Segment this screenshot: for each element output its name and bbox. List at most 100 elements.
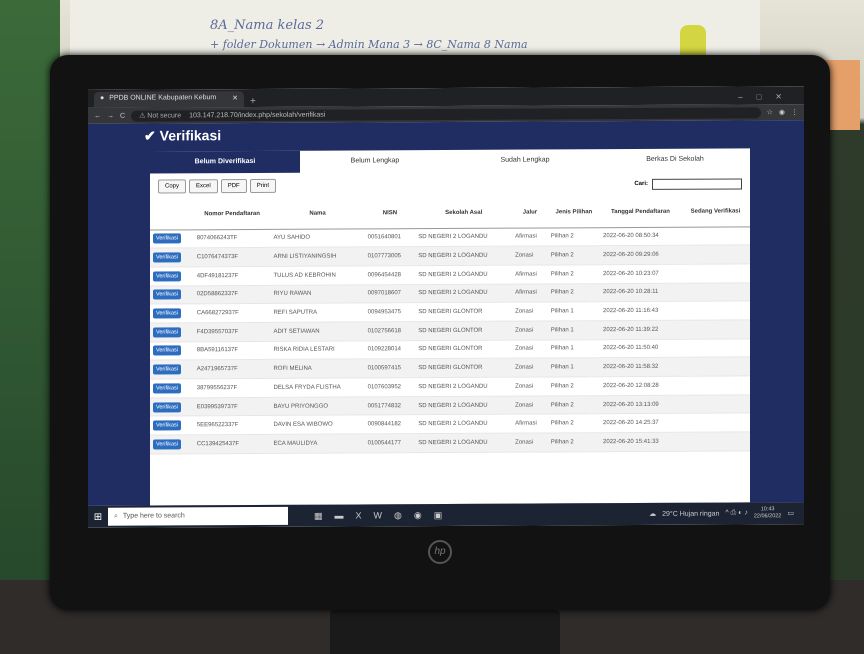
menu-icon[interactable]: ⋮ xyxy=(791,108,798,116)
cell-asal: SD NEGERI GLONTOR xyxy=(415,321,513,341)
word-app-icon[interactable]: W xyxy=(374,510,383,521)
cell-sedang-verifikasi xyxy=(680,375,750,395)
verifikasi-button[interactable]: Verifikasi xyxy=(153,401,182,413)
search-input[interactable] xyxy=(652,177,742,190)
verifikasi-button[interactable]: Verifikasi xyxy=(153,252,182,263)
cell-btn: Verifikasi xyxy=(150,434,194,454)
notification-icon[interactable]: ▭ xyxy=(787,509,794,517)
tab-berkas-di-sekolah[interactable]: Berkas Di Sekolah xyxy=(600,148,750,171)
weather-text[interactable]: 29°C Hujan ringan xyxy=(662,510,719,517)
verifikasi-button[interactable]: Verifikasi xyxy=(153,289,182,300)
pdf-button[interactable]: PDF xyxy=(220,179,247,194)
column-header[interactable]: Sedang Verifikasi xyxy=(680,196,750,227)
excel-app-icon[interactable]: X xyxy=(356,510,362,521)
cell-nisn: 0102756618 xyxy=(364,321,416,341)
cell-btn: Verifikasi xyxy=(150,229,194,249)
cell-jalur: Zonasi xyxy=(512,395,548,415)
star-icon[interactable]: ☆ xyxy=(767,108,773,116)
cell-pilihan: Pilihan 1 xyxy=(547,339,601,359)
cell-btn: Verifikasi xyxy=(150,266,194,286)
cell-nisn: 0096454428 xyxy=(364,265,416,285)
windows-start-icon[interactable]: ⊞ xyxy=(88,511,108,522)
cell-nisn: 0090844182 xyxy=(364,415,416,434)
window-controls[interactable]: –□✕ xyxy=(730,92,804,104)
reload-icon[interactable]: C xyxy=(120,112,125,119)
cell-btn: Verifikasi xyxy=(150,248,194,267)
tab-belum-lengkap[interactable]: Belum Lengkap xyxy=(300,150,450,173)
file-explorer-icon[interactable]: ▬ xyxy=(335,510,344,521)
verifikasi-button[interactable]: Verifikasi xyxy=(153,271,182,282)
cell-no: 02D58862337F xyxy=(193,284,271,305)
column-header[interactable]: Sekolah Asal xyxy=(415,197,513,229)
cell-tgl: 2022-06-20 12:08:28 xyxy=(600,376,681,396)
cell-sedang-verifikasi xyxy=(680,357,750,377)
cell-no: CA668272937F xyxy=(193,303,271,323)
cell-nama: RIYU RAWAN xyxy=(270,284,365,304)
clock[interactable]: 10:43 22/06/2022 xyxy=(754,506,782,520)
verifikasi-button[interactable]: Verifikasi xyxy=(153,233,182,244)
taskbar-search[interactable]: ⌕ Type here to search xyxy=(108,506,288,526)
cell-btn: Verifikasi xyxy=(150,378,194,398)
verifikasi-button[interactable]: Verifikasi xyxy=(153,383,182,394)
tray-icons[interactable]: ^ ⎙ ◐ ♪ xyxy=(725,509,747,517)
cell-asal: SD NEGERI GLONTOR xyxy=(415,339,513,359)
windows-taskbar: ⊞ ⌕ Type here to search ▦ ▬ X W ◍ ◉ ▣ ☁ … xyxy=(88,502,804,528)
cell-jalur: Zonasi xyxy=(512,376,548,396)
cell-nama: ROFI MELINA xyxy=(270,359,365,379)
tab-title: PPDB ONLINE Kabupaten Kebum xyxy=(109,94,217,102)
tab-sudah-lengkap[interactable]: Sudah Lengkap xyxy=(450,149,600,172)
verifikasi-button[interactable]: Verifikasi xyxy=(153,327,182,338)
cell-nisn: 0094953475 xyxy=(364,302,416,322)
copy-button[interactable]: Copy xyxy=(158,179,187,194)
column-header[interactable]: Nomor Pendaftaran xyxy=(193,198,271,230)
app-icon[interactable]: ▣ xyxy=(434,510,443,521)
cell-asal: SD NEGERI 2 LOGANDU xyxy=(415,265,513,285)
cell-nama: DAVIN ESA WIBOWO xyxy=(270,415,365,435)
profile-icon[interactable]: ◉ xyxy=(779,108,785,116)
verification-panel: Belum Diverifikasi Belum Lengkap Sudah L… xyxy=(150,148,750,506)
cell-asal: SD NEGERI 2 LOGANDU xyxy=(415,227,513,247)
url-input[interactable]: ⚠ Not secure 103.147.218.70/index.php/se… xyxy=(131,106,761,122)
excel-button[interactable]: Excel xyxy=(189,179,218,194)
search-icon: ⌕ xyxy=(114,512,118,520)
verifikasi-button[interactable]: Verifikasi xyxy=(153,420,182,431)
web-page: ✔ Verifikasi Belum Diverifikasi Belum Le… xyxy=(88,120,804,506)
cell-pilihan: Pilihan 2 xyxy=(547,414,601,434)
cell-jalur: Zonasi xyxy=(512,246,548,266)
back-icon[interactable]: ← xyxy=(94,112,101,119)
column-header[interactable]: NISN xyxy=(364,198,416,229)
handwriting-line: 8A_Nama kelas 2 xyxy=(210,18,325,33)
cell-no: C1076474373F xyxy=(193,247,271,267)
cell-sedang-verifikasi xyxy=(680,301,750,321)
cell-btn: Verifikasi xyxy=(150,285,194,305)
cell-pilihan: Pilihan 1 xyxy=(547,301,601,321)
cell-no: 5EE96522337F xyxy=(193,415,271,435)
column-header[interactable] xyxy=(150,199,194,230)
verifikasi-button[interactable]: Verifikasi xyxy=(153,439,182,450)
column-header[interactable]: Jalur xyxy=(512,197,548,228)
browser-tab[interactable]: ● PPDB ONLINE Kabupaten Kebum ✕ xyxy=(94,91,244,108)
monitor-logo: hp xyxy=(428,540,452,564)
cell-tgl: 2022-06-20 08:50:34 xyxy=(600,226,681,246)
cell-tgl: 2022-06-20 10:23:07 xyxy=(600,264,681,284)
close-tab-icon[interactable]: ✕ xyxy=(232,94,238,104)
chrome-icon[interactable]: ◉ xyxy=(414,510,422,521)
task-view-icon[interactable]: ▦ xyxy=(314,510,323,521)
column-header[interactable]: Tanggal Pendaftaran xyxy=(600,196,681,228)
cell-jalur: Zonasi xyxy=(512,433,548,452)
verifikasi-button[interactable]: Verifikasi xyxy=(153,345,182,357)
column-header[interactable]: Jenis Pilihan xyxy=(547,197,601,228)
print-button[interactable]: Print xyxy=(249,178,277,194)
tab-belum-diverifikasi[interactable]: Belum Diverifikasi xyxy=(150,150,300,174)
new-tab-button[interactable]: + xyxy=(244,96,262,107)
cell-no: E0399539737F xyxy=(193,397,271,417)
column-header[interactable]: Nama xyxy=(270,198,365,229)
verifikasi-button[interactable]: Verifikasi xyxy=(153,364,182,375)
edge-icon[interactable]: ◍ xyxy=(394,510,402,521)
handwriting-line: + folder Dokumen → Admin Mana 3 → 8C_Nam… xyxy=(210,38,528,51)
cell-asal: SD NEGERI 2 LOGANDU xyxy=(415,433,513,453)
cell-jalur: Afirmasi xyxy=(512,227,548,247)
forward-icon[interactable]: → xyxy=(107,112,114,119)
verifikasi-button[interactable]: Verifikasi xyxy=(153,308,182,319)
cell-pilihan: Pilihan 2 xyxy=(547,432,601,452)
